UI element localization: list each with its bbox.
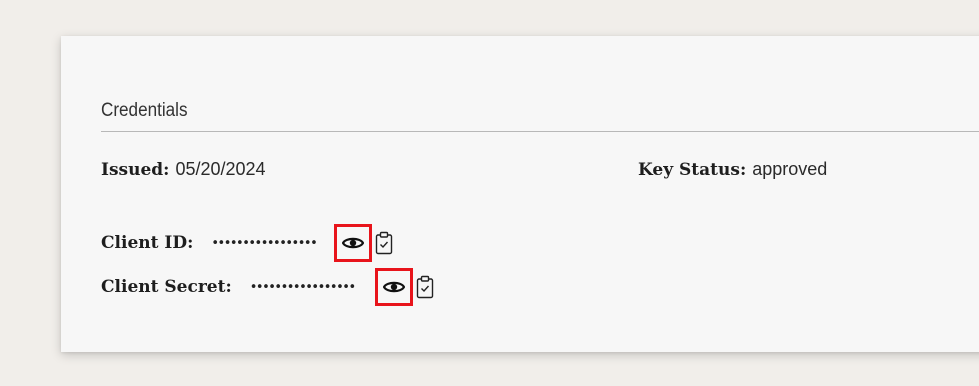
clipboard-check-icon xyxy=(376,231,393,255)
eye-icon xyxy=(342,237,365,249)
client-secret-label: Client Secret: xyxy=(101,277,232,297)
issued-row: Issued: 05/20/2024 xyxy=(101,159,266,180)
client-id-masked-value: ••••••••••••••••• xyxy=(211,235,317,251)
client-id-label: Client ID: xyxy=(101,233,194,253)
client-id-reveal-button[interactable] xyxy=(334,224,373,262)
client-secret-masked-value: ••••••••••••••••• xyxy=(249,279,356,295)
key-status-value: approved xyxy=(752,159,828,179)
issued-label: Issued: xyxy=(101,159,170,180)
key-status-row: Key Status: approved xyxy=(638,159,827,180)
client-id-copy-button[interactable] xyxy=(374,230,394,256)
client-secret-reveal-button[interactable] xyxy=(374,268,413,306)
section-divider xyxy=(101,131,979,132)
eye-icon xyxy=(382,281,405,293)
section-title: Credentials xyxy=(101,100,188,121)
client-secret-row: Client Secret: ••••••••••••••••• xyxy=(101,268,435,306)
credentials-card: Credentials Issued: 05/20/2024 Key Statu… xyxy=(61,36,979,352)
client-id-row: Client ID: ••••••••••••••••• xyxy=(101,224,394,262)
issued-value: 05/20/2024 xyxy=(175,159,266,179)
client-secret-copy-button[interactable] xyxy=(415,274,435,300)
clipboard-check-icon xyxy=(416,275,433,299)
key-status-label: Key Status: xyxy=(638,159,747,180)
